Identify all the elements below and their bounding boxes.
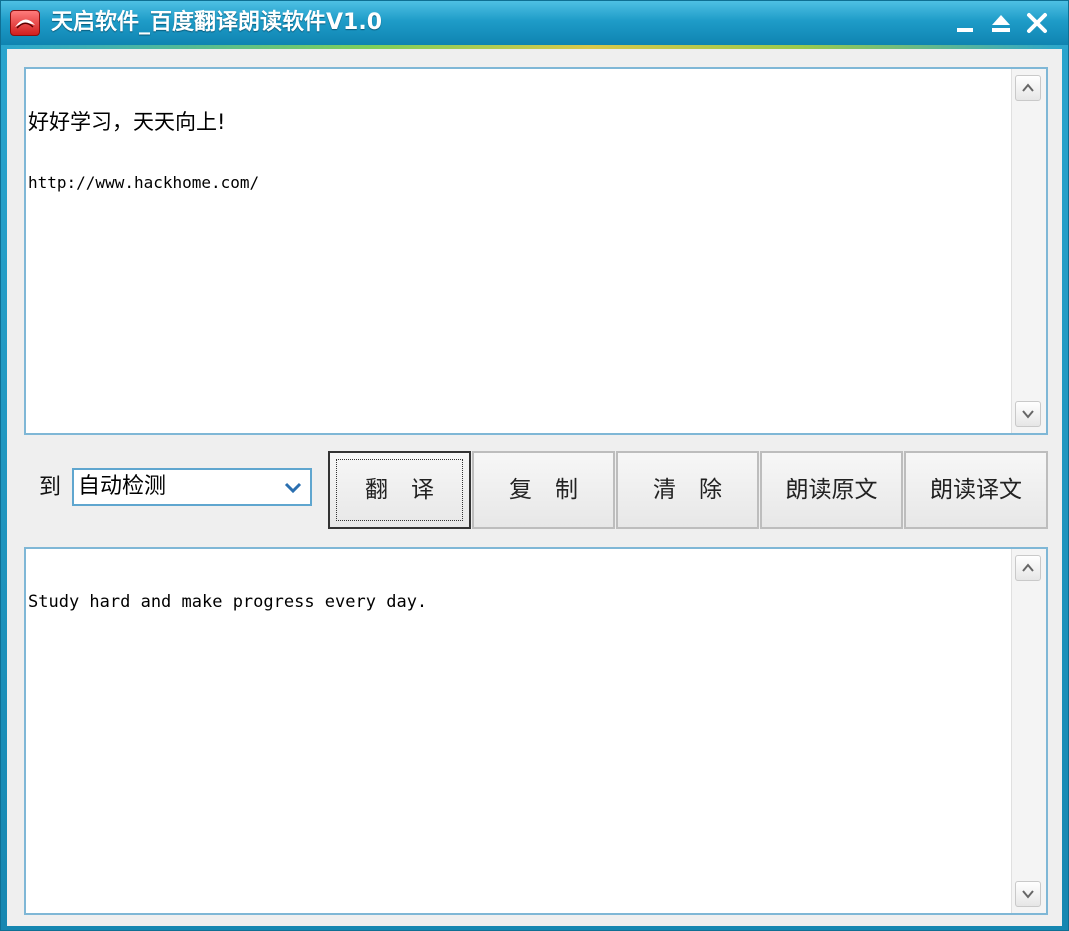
restore-icon [992, 15, 1010, 32]
copy-button[interactable]: 复 制 [472, 451, 615, 529]
source-line-1: 好好学习，天天向上! [28, 110, 226, 134]
chevron-down-icon [1022, 890, 1034, 899]
read-translation-button-label: 朗读译文 [930, 477, 1022, 503]
source-scroll-down-button[interactable] [1015, 401, 1041, 427]
target-language-label: 到 [39, 475, 62, 500]
source-text[interactable]: 好好学习，天天向上! http://www.hackhome.com/ [28, 71, 1010, 431]
clear-button[interactable]: 清 除 [616, 451, 759, 529]
output-scroll-down-button[interactable] [1015, 881, 1041, 907]
output-text[interactable]: Study hard and make progress every day. [28, 553, 1010, 911]
clear-button-label: 清 除 [653, 477, 722, 503]
chevron-down-icon [284, 482, 302, 494]
window-title: 天启软件_百度翻译朗读软件V1.0 [51, 10, 382, 35]
source-scroll-up-button[interactable] [1015, 75, 1041, 101]
minimize-button[interactable] [951, 11, 979, 37]
output-scrollbar[interactable] [1011, 549, 1046, 913]
target-language-value: 自动检测 [78, 474, 167, 499]
copy-button-label: 复 制 [509, 477, 578, 503]
title-bar[interactable]: 天启软件_百度翻译朗读软件V1.0 [1, 1, 1068, 45]
translate-button[interactable]: 翻 译 [328, 451, 471, 529]
read-source-button-label: 朗读原文 [785, 477, 878, 503]
chevron-up-icon [1022, 83, 1034, 92]
source-line-2: http://www.hackhome.com/ [28, 173, 260, 192]
restore-button[interactable] [987, 11, 1015, 37]
source-scrollbar[interactable] [1011, 69, 1046, 433]
read-translation-button[interactable]: 朗读译文 [904, 451, 1048, 529]
chevron-up-icon [1022, 563, 1034, 572]
client-area: 好好学习，天天向上! http://www.hackhome.com/ 到 自动… [7, 49, 1062, 926]
source-textbox[interactable]: 好好学习，天天向上! http://www.hackhome.com/ [24, 67, 1048, 435]
close-icon [1027, 13, 1047, 33]
target-language-select[interactable]: 自动检测 [72, 468, 312, 506]
read-source-button[interactable]: 朗读原文 [760, 451, 903, 529]
minimize-icon [957, 28, 973, 32]
app-window: 天启软件_百度翻译朗读软件V1.0 好好学习，天天向上! http://www.… [0, 0, 1069, 931]
output-textbox[interactable]: Study hard and make progress every day. [24, 547, 1048, 915]
translate-button-label: 翻 译 [365, 477, 434, 503]
output-scroll-up-button[interactable] [1015, 555, 1041, 581]
close-button[interactable] [1023, 11, 1051, 37]
app-icon[interactable] [10, 10, 40, 36]
chevron-down-icon [1022, 410, 1034, 419]
output-line: Study hard and make progress every day. [28, 592, 428, 612]
